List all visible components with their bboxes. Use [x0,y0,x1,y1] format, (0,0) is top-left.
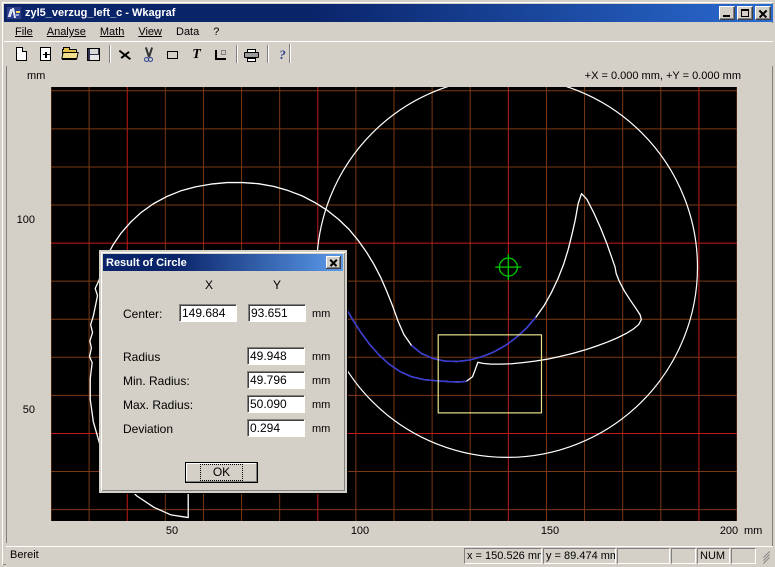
status-pane-2 [671,548,696,564]
y-axis-unit-label: mm [27,70,46,82]
rectangle-button[interactable] [161,43,184,65]
save-disk-icon [85,46,102,63]
menu-item-math[interactable]: Math [93,25,131,39]
text-tool-button[interactable]: T [185,43,208,65]
window-title: zyl5_verzug_left_c - Wkagraf [25,7,176,19]
menu-item-data[interactable]: Data [169,25,206,39]
add-page-icon [37,46,54,63]
result-of-circle-dialog[interactable]: Result of Circle X Y Center: 149.684 93.… [99,250,347,493]
text-tool-icon: T [192,46,201,62]
y-tick-100: 100 [16,214,35,226]
x-tick-200: 200 [719,525,739,537]
menu-label-analyse: Analyse [46,26,86,38]
dialog-title: Result of Circle [106,256,187,269]
menu-label-math: Math [99,26,125,38]
rectangle-icon [164,46,181,63]
deviation-field[interactable]: 0.294 [247,419,305,437]
status-num-lock: NUM [697,548,730,564]
cut-scissors-icon [140,46,157,63]
menu-item-help[interactable]: ? [206,25,226,39]
status-message: Bereit [10,549,39,561]
label-max-radius: Max. Radius: [123,398,194,412]
toolbar-separator-1 [106,44,113,64]
status-pane-3 [731,548,756,564]
maximize-button[interactable] [737,6,753,20]
close-button[interactable] [755,6,771,20]
menu-label-view: View [138,26,162,38]
center-y-field[interactable]: 93.651 [248,304,306,322]
min-radius-unit: mm [312,375,331,387]
label-center: Center: [123,307,163,321]
resize-grip[interactable] [757,547,773,565]
print-button[interactable] [240,43,263,65]
axes-button[interactable] [209,43,232,65]
cut-button[interactable] [137,43,160,65]
dialog-close-button[interactable] [326,256,341,269]
toolbar: T ? [4,41,773,66]
menu-bar: File Analyse Math View Data ? [4,23,773,41]
title-bar[interactable]: zyl5_verzug_left_c - Wkagraf [4,4,773,22]
axes-corner-icon [212,46,229,63]
new-button[interactable] [10,43,33,65]
menu-item-file[interactable]: File [8,25,40,39]
menu-item-view[interactable]: View [131,25,169,39]
deviation-unit: mm [312,423,331,435]
delete-x-icon [116,46,133,63]
add-page-button[interactable] [34,43,57,65]
status-pane-1 [617,548,670,564]
radius-unit: mm [312,351,331,363]
status-y-coordinate: y = 89.474 mm [543,548,616,564]
min-radius-field[interactable]: 49.796 [247,371,305,389]
application-window: zyl5_verzug_left_c - Wkagraf File Analys… [0,0,775,567]
max-radius-field[interactable]: 50.090 [247,395,305,413]
y-tick-50: 50 [22,404,35,416]
new-icon [13,46,30,63]
offset-readout-label: +X = 0.000 mm, +Y = 0.000 mm [584,70,741,82]
status-bar: Bereit x = 150.526 mm y = 89.474 mm NUM [6,546,773,565]
app-icon[interactable] [6,6,22,20]
ok-button[interactable]: OK [185,462,258,483]
label-min-radius: Min. Radius: [123,374,190,388]
column-header-x: X [204,278,213,292]
center-x-field[interactable]: 149.684 [179,304,237,322]
x-tick-50: 50 [165,525,179,537]
toolbar-separator-3 [264,44,271,64]
menu-label-help: ? [213,26,220,38]
ok-button-label: OK [199,464,244,481]
menu-label-file: File [15,26,33,38]
open-button[interactable] [58,43,81,65]
open-folder-icon [61,46,79,63]
label-radius: Radius [123,350,161,364]
minimize-button[interactable] [719,6,735,20]
x-tick-100: 100 [350,525,370,537]
toolbar-separator-5 [290,44,291,63]
save-button[interactable] [82,43,105,65]
label-deviation: Deviation [123,422,174,436]
menu-item-analyse[interactable]: Analyse [40,25,93,39]
center-unit: mm [312,308,331,320]
delete-button[interactable] [113,43,136,65]
radius-field[interactable]: 49.948 [247,347,305,365]
toolbar-separator-2 [233,44,240,64]
x-tick-150: 150 [540,525,560,537]
dialog-title-bar[interactable]: Result of Circle [103,254,343,271]
x-axis-unit-label: mm [744,525,763,537]
menu-label-data: Data [176,26,200,38]
status-x-coordinate: x = 150.526 mm [464,548,542,564]
print-icon [243,46,260,63]
max-radius-unit: mm [312,399,331,411]
column-header-y: Y [272,278,281,292]
